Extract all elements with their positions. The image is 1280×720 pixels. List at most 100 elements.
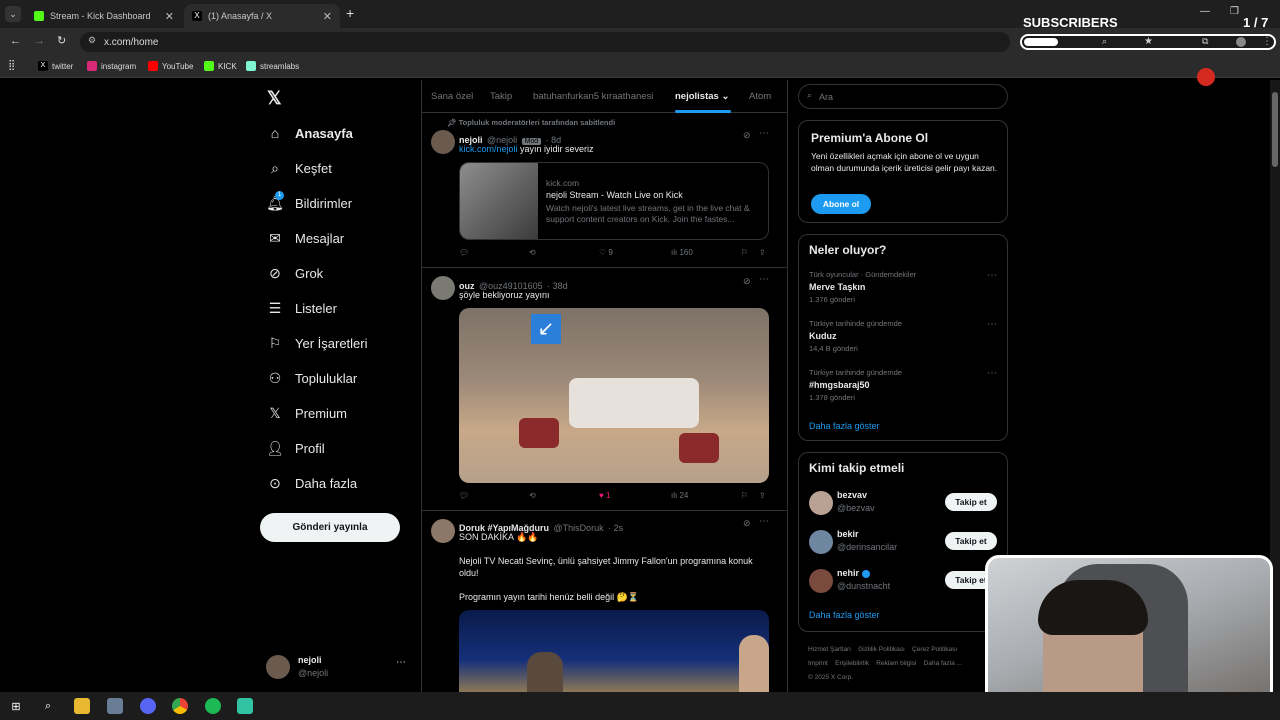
footer-link[interactable]: Erişilebilirlik <box>835 660 869 667</box>
tab-nejolistas[interactable]: nejolistas ⌄ <box>675 91 729 102</box>
footer-link[interactable]: Imprint <box>808 660 828 667</box>
nav-explore[interactable]: ⌕ Keşfet <box>267 160 332 176</box>
trend-item[interactable]: Türk oyuncular · Gündemdekiler Merve Taş… <box>809 270 999 304</box>
views-button[interactable]: ılı 24 <box>671 491 688 500</box>
apps-icon[interactable]: ⣿ <box>8 60 15 71</box>
new-tab-button[interactable]: + <box>346 5 354 21</box>
more-icon[interactable]: ⋯ <box>396 657 406 668</box>
follow-suggestion[interactable]: nehir @dunstnacht Takip et <box>809 567 999 595</box>
restore-icon[interactable]: ❐ <box>1230 6 1239 17</box>
scrollbar-thumb[interactable] <box>1272 92 1278 167</box>
forward-icon[interactable]: → <box>34 35 45 47</box>
footer-link[interactable]: Çerez Politikası <box>912 646 957 653</box>
reload-icon[interactable]: ↻ <box>57 34 66 47</box>
tweet[interactable]: Doruk #YapıMağduru @ThisDoruk · 2s ⊘ ⋯ S… <box>421 511 787 692</box>
nav-lists[interactable]: ☰ Listeler <box>267 300 337 316</box>
bookmark-twitter[interactable]: Xtwitter <box>38 61 73 71</box>
tweet-image[interactable] <box>459 610 769 692</box>
spotify-icon[interactable] <box>205 698 221 714</box>
zoom-icon[interactable]: ⌕ <box>1102 36 1107 47</box>
nav-home[interactable]: ⌂ Anasayfa <box>267 125 353 141</box>
nav-premium[interactable]: 𝕏 Premium <box>267 405 347 421</box>
app-icon[interactable] <box>107 698 123 714</box>
search-icon[interactable]: ⌕ <box>40 698 56 714</box>
reply-icon[interactable]: 💬︎ <box>459 248 469 257</box>
grok-icon[interactable]: ⊘ <box>743 518 751 529</box>
follow-suggestion[interactable]: bezvav @bezvav Takip et <box>809 489 999 517</box>
minimize-icon[interactable]: — <box>1200 6 1210 17</box>
nav-bookmarks[interactable]: ⚐ Yer İşaretleri <box>267 335 368 351</box>
more-icon[interactable]: ⋯ <box>987 368 997 379</box>
footer-link[interactable]: Hizmet Şartları <box>808 646 851 653</box>
share-icon[interactable]: ⇪ <box>759 491 766 500</box>
views-button[interactable]: ılı 160 <box>671 248 693 257</box>
menu-icon[interactable]: ⋮ <box>1262 36 1272 47</box>
nav-notifications[interactable]: 🔔︎ 1 Bildirimler <box>266 191 352 211</box>
like-button[interactable]: ♥ 1 <box>599 491 610 500</box>
footer-link[interactable]: Gizlilik Politikası <box>858 646 905 653</box>
link-card[interactable]: kick.com nejoli Stream - Watch Live on K… <box>459 162 769 240</box>
nav-communities[interactable]: ⚇ Topluluklar <box>267 370 357 386</box>
account-switcher[interactable]: nejoli @nejoli ⋯ <box>266 653 410 681</box>
tweet[interactable]: 📌︎ Topluluk moderatörleri tarafından sab… <box>421 113 787 268</box>
more-icon[interactable]: ⋯ <box>987 319 997 330</box>
follow-button[interactable]: Takip et <box>945 532 997 550</box>
more-icon[interactable]: ⋯ <box>759 128 769 139</box>
author-handle[interactable]: @ThisDoruk <box>553 523 603 533</box>
footer-link[interactable]: Reklam bilgisi <box>876 660 916 667</box>
tab-community-kiraathanesi[interactable]: batuhanfurkan5 kıraathanesi <box>533 91 653 102</box>
avatar[interactable] <box>431 519 455 543</box>
streamlabs-icon[interactable] <box>237 698 253 714</box>
address-bar[interactable]: ⚙ x.com/home <box>80 32 1010 52</box>
nav-messages[interactable]: ✉ Mesajlar <box>267 230 344 246</box>
grok-icon[interactable]: ⊘ <box>743 276 751 287</box>
follow-suggestion[interactable]: bekir @derinsancilar Takip et <box>809 528 999 556</box>
windows-start-icon[interactable]: ⊞ <box>8 698 24 714</box>
retweet-icon[interactable]: ⟲ <box>529 491 536 500</box>
site-info-icon[interactable]: ⚙ <box>88 35 96 46</box>
follow-button[interactable]: Takip et <box>945 493 997 511</box>
nav-more[interactable]: ⊙ Daha fazla <box>267 475 357 491</box>
grok-icon[interactable]: ⊘ <box>743 130 751 141</box>
bookmark-streamlabs[interactable]: streamlabs <box>246 61 299 71</box>
subscribe-button[interactable]: Abone ol <box>811 194 871 214</box>
more-icon[interactable]: ⋯ <box>987 270 997 281</box>
tab-kick-dashboard[interactable]: Stream - Kick Dashboard ✕ <box>26 4 182 28</box>
avatar[interactable] <box>431 130 455 154</box>
extensions-icon[interactable]: ⧉ <box>1202 36 1208 47</box>
trends-show-more[interactable]: Daha fazla göster <box>809 421 880 431</box>
tweet-image[interactable]: ↙ <box>459 308 769 483</box>
footer-link[interactable]: Daha fazla ... <box>924 660 962 667</box>
profile-icon[interactable] <box>1236 37 1246 47</box>
bookmark-icon[interactable]: ⚐ <box>741 248 748 257</box>
bookmark-kick[interactable]: KICK <box>204 61 237 71</box>
close-tab-icon[interactable]: ✕ <box>323 10 332 23</box>
file-explorer-icon[interactable] <box>74 698 90 714</box>
retweet-icon[interactable]: ⟲ <box>529 248 536 257</box>
reply-icon[interactable]: 💬︎ <box>459 491 469 500</box>
tweet[interactable]: ouz @ouz49101605 · 38d ⊘ ⋯ şöyle bekliyo… <box>421 268 787 511</box>
nav-profile[interactable]: 👤︎ Profil <box>266 440 325 456</box>
tab-for-you[interactable]: Sana özel <box>431 91 473 102</box>
bookmark-icon[interactable]: ⚐ <box>741 491 748 500</box>
x-logo-icon[interactable]: 𝕏 <box>267 88 282 109</box>
tweet-link[interactable]: kick.com/nejoli <box>459 144 518 154</box>
more-icon[interactable]: ⋯ <box>759 516 769 527</box>
like-button[interactable]: ♡ 9 <box>599 248 613 257</box>
more-icon[interactable]: ⋯ <box>759 274 769 285</box>
bookmark-star-icon[interactable]: ★ <box>1144 36 1153 47</box>
tab-atom[interactable]: Atom <box>749 91 771 102</box>
bookmark-youtube[interactable]: YouTube <box>148 61 193 71</box>
follow-show-more[interactable]: Daha fazla göster <box>809 610 880 620</box>
trend-item[interactable]: Türkiye tarihinde gündemde #hmgsbaraj50 … <box>809 368 999 402</box>
trend-item[interactable]: Türkiye tarihinde gündemde Kuduz 14,4 B … <box>809 319 999 353</box>
nav-grok[interactable]: ⊘ Grok <box>267 265 323 281</box>
bookmark-instagram[interactable]: instagram <box>87 61 136 71</box>
discord-icon[interactable] <box>140 698 156 714</box>
tab-following[interactable]: Takip <box>490 91 512 102</box>
search-input[interactable]: ⌕ Ara <box>798 84 1008 109</box>
post-button[interactable]: Gönderi yayınla <box>260 513 400 542</box>
avatar[interactable] <box>431 276 455 300</box>
close-tab-icon[interactable]: ✕ <box>165 10 174 23</box>
chrome-icon[interactable] <box>172 698 188 714</box>
